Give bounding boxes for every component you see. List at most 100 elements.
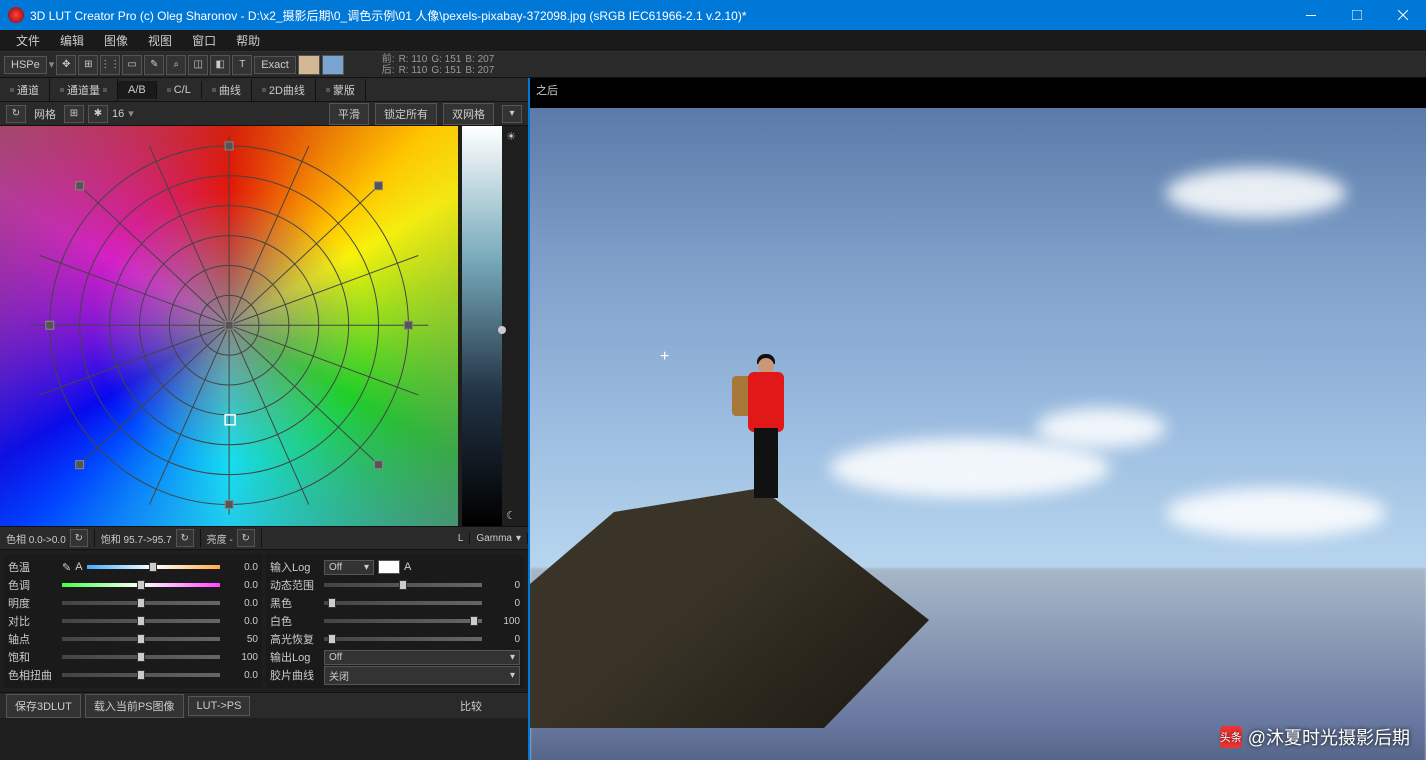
preview-image: + [530,108,1426,760]
panel-tabs: 通道 通道量 A/B C/L 曲线 2D曲线 蒙版 [0,78,528,102]
contrast-slider[interactable] [62,619,220,623]
sat-reset-icon[interactable]: ↻ [176,529,194,547]
white-slider[interactable] [324,619,482,623]
menu-view[interactable]: 视图 [138,30,182,51]
preview-area[interactable]: 之后 + 头条 @沐夏时光摄影后期 [530,78,1426,760]
grid-tool-icon[interactable]: ⊞ [78,55,98,75]
color-mode-dropdown[interactable]: HSPe [4,56,47,74]
hue-twist-slider[interactable] [62,673,220,677]
dropdown-icon[interactable]: ▾ [128,107,134,120]
lum-readout: 亮度 - [207,531,233,546]
window-title: 3D LUT Creator Pro (c) Oleg Sharonov - D… [30,7,1288,24]
a-label: A [75,561,82,573]
dualgrid-button[interactable]: 双网格 [443,103,494,125]
lum-reset-icon[interactable]: ↻ [237,529,255,547]
input-swatch[interactable] [378,560,400,574]
menu-window[interactable]: 窗口 [182,30,226,51]
temp-slider[interactable] [87,565,220,569]
dynrange-slider[interactable] [324,583,482,587]
grid-menu-icon[interactable]: ▾ [502,105,522,123]
reset-grid-icon[interactable]: ↻ [6,105,26,123]
tab-ab[interactable]: A/B [118,81,157,99]
grid-controls: ↻ 网格 ⊞ ✱ 16 ▾ 平滑 锁定所有 双网格 ▾ [0,102,528,126]
highlight-slider[interactable] [324,637,482,641]
pivot-slider[interactable] [62,637,220,641]
menu-file[interactable]: 文件 [6,30,50,51]
select-tool-icon[interactable]: ▭ [122,55,142,75]
grid-radial-icon[interactable]: ✱ [88,105,108,123]
move-tool-icon[interactable]: ✥ [56,55,76,75]
grid-type-icon[interactable]: ⊞ [64,105,84,123]
watermark: 头条 @沐夏时光摄影后期 [1220,724,1410,750]
brightness-icon[interactable]: ☀ [506,130,524,143]
exact-button[interactable]: Exact [254,56,296,74]
main-area: 通道 通道量 A/B C/L 曲线 2D曲线 蒙版 ↻ 网格 ⊞ ✱ 16 ▾ … [0,78,1426,760]
black-slider[interactable] [324,601,482,605]
output-log-dropdown[interactable]: Off▾ [324,650,520,665]
tool-buttons: ✥ ⊞ ⋮⋮ ▭ ✎ ⌕ ◫ ◧ T [56,55,252,75]
log-adjustments: 输入Log Off▾ A 动态范围0 黑色0 白色100 高光恢复0 输出Log… [266,554,524,688]
grid-mesh[interactable] [0,126,458,524]
minimize-button[interactable] [1288,0,1334,30]
smooth-button[interactable]: 平滑 [329,103,369,125]
wheel-side-icons: ☀ ☾ [502,126,528,526]
grid-value: 16 [112,108,124,120]
eyedropper-icon[interactable]: ✎ [144,55,164,75]
foreground-swatch[interactable] [298,55,320,75]
menu-image[interactable]: 图像 [94,30,138,51]
bottom-actions: 保存3DLUT 载入当前PS图像 LUT->PS 比较 [0,692,528,718]
app-icon [8,7,24,23]
input-log-dropdown[interactable]: Off▾ [324,560,374,575]
watermark-icon: 头条 [1220,726,1242,748]
tab-cl[interactable]: C/L [157,81,202,99]
tint-slider[interactable] [62,583,220,587]
left-panel: 通道 通道量 A/B C/L 曲线 2D曲线 蒙版 ↻ 网格 ⊞ ✱ 16 ▾ … [0,78,530,760]
crop-tool-icon[interactable]: ◫ [188,55,208,75]
tab-2dcurves[interactable]: 2D曲线 [252,79,316,101]
hsl-readout: 色相 0.0->0.0↻ 饱和 95.7->95.7↻ 亮度 -↻ L Gamm… [0,526,528,550]
tab-curves[interactable]: 曲线 [202,79,252,101]
maximize-button[interactable] [1334,0,1380,30]
picker-cursor[interactable] [225,415,235,425]
toolbar: HSPe ▾ ✥ ⊞ ⋮⋮ ▭ ✎ ⌕ ◫ ◧ T Exact 前:R: 110… [0,52,1426,78]
film-curve-dropdown[interactable]: 关闭▾ [324,666,520,685]
brightness-slider[interactable] [62,601,220,605]
text-tool-icon[interactable]: T [232,55,252,75]
dropdown-icon: ▾ [516,533,521,544]
hue-reset-icon[interactable]: ↻ [70,529,88,547]
tab-volume[interactable]: 通道量 [50,79,118,101]
background-swatch[interactable] [322,55,344,75]
person-figure [730,358,790,498]
menubar: 文件 编辑 图像 视图 窗口 帮助 [0,30,1426,52]
color-wheel-area: ☀ ☾ [0,126,528,526]
preview-label: 之后 [536,82,558,98]
zoom-tool-icon[interactable]: ⌕ [166,55,186,75]
warp-tool-icon[interactable]: ⋮⋮ [100,55,120,75]
luminance-handle[interactable] [498,326,506,334]
saturation-slider[interactable] [62,655,220,659]
compare-label[interactable]: 比较 [460,698,482,714]
load-ps-image-button[interactable]: 载入当前PS图像 [85,694,184,718]
dropdown-arrow-icon: ▾ [49,58,55,71]
gamma-dropdown[interactable]: Gamma [476,533,512,544]
menu-help[interactable]: 帮助 [226,30,270,51]
adjustment-sliders: 色温 ✎ A 0.0 色调0.0 明度0.0 对比0.0 轴点50 饱和100 … [0,550,528,692]
moon-icon[interactable]: ☾ [506,509,524,522]
color-wheel[interactable] [0,126,458,526]
luminance-slider[interactable] [462,126,502,526]
grid-label: 网格 [30,106,60,122]
titlebar: 3D LUT Creator Pro (c) Oleg Sharonov - D… [0,0,1426,30]
tab-mask[interactable]: 蒙版 [316,79,366,101]
menu-edit[interactable]: 编辑 [50,30,94,51]
rgb-readout: 前:R: 110G: 151B: 207 后:R: 110G: 151B: 20… [382,54,494,76]
tab-channel[interactable]: 通道 [0,79,50,101]
sat-readout: 饱和 95.7->95.7 [101,531,172,546]
save-3dlut-button[interactable]: 保存3DLUT [6,694,81,718]
eyedropper-icon[interactable]: ✎ [62,561,71,574]
close-button[interactable] [1380,0,1426,30]
compare-tool-icon[interactable]: ◧ [210,55,230,75]
lut-to-ps-button[interactable]: LUT->PS [188,696,251,716]
crosshair-cursor-icon: + [660,348,669,366]
window-controls [1288,0,1426,30]
lockall-button[interactable]: 锁定所有 [375,103,437,125]
